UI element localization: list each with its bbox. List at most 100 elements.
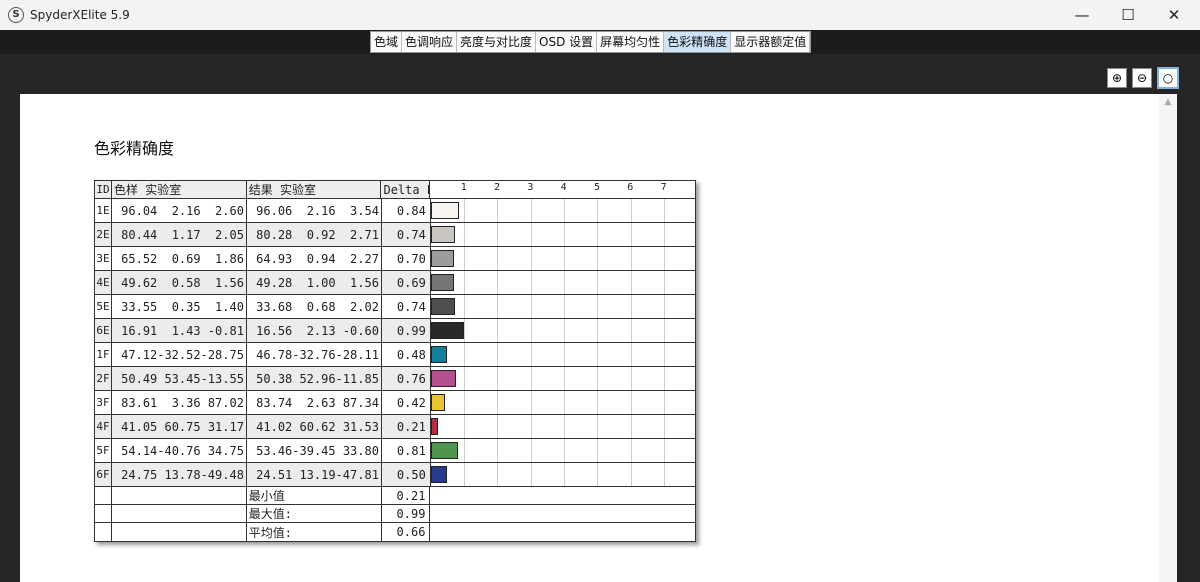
delta-e-value: 0.74 (381, 223, 431, 246)
tab-0[interactable]: 色域 (371, 32, 403, 52)
table-header: ID 色样 实验室 结果 实验室 Delta E 1 2 3 4 5 6 7 (95, 181, 695, 199)
gridline (597, 367, 599, 390)
lab-value: -0.60 (342, 323, 379, 338)
empty-cell (112, 487, 247, 504)
gridline (597, 463, 599, 486)
gridline (497, 391, 499, 414)
summary-row: 最小值 0.21 (95, 487, 695, 505)
gridline (497, 295, 499, 318)
table-row: 5E 33.55 0.35 1.40 33.68 0.68 2.02 0.74 (95, 295, 695, 319)
delta-e-value: 0.70 (382, 247, 431, 270)
header-id: ID (95, 181, 112, 198)
empty-cell (95, 505, 112, 522)
delta-e-value: 0.84 (382, 199, 431, 222)
chart-axis: 1 2 3 4 5 6 7 (430, 181, 695, 198)
lab-value: 16.56 (256, 323, 293, 338)
gridline (564, 415, 565, 438)
zoom-fit-icon[interactable]: ○ (1157, 67, 1179, 89)
report-title: 色彩精确度 (94, 139, 175, 158)
gridline (564, 391, 565, 414)
sample-lab: 54.14 -40.76 34.75 (112, 439, 247, 462)
lab-value: 33.68 (256, 299, 293, 314)
row-id: 6F (95, 463, 112, 486)
axis-tick: 2 (494, 182, 501, 193)
result-lab: 41.02 60.62 31.53 (246, 415, 382, 438)
tab-4[interactable]: 屏幕均匀性 (597, 32, 665, 52)
table-row: 6F 24.75 13.78 -49.48 24.51 13.19 -47.81 0.50 (95, 463, 695, 487)
gridline (564, 343, 565, 366)
gridline (530, 223, 532, 246)
lab-value: 2.60 (215, 203, 244, 218)
maximize-button[interactable]: ☐ (1105, 0, 1151, 30)
minimize-button[interactable]: — (1059, 0, 1105, 30)
tab-6[interactable]: 显示器额定值 (731, 32, 811, 52)
result-lab: 49.28 1.00 1.56 (246, 271, 382, 294)
gridline (564, 247, 565, 270)
result-lab: 33.68 0.68 2.02 (247, 295, 382, 318)
sample-lab: 24.75 13.78 -49.48 (111, 463, 247, 486)
row-id: 4F (95, 415, 112, 438)
gridline (497, 415, 499, 438)
gridline (630, 391, 632, 414)
gridline (597, 439, 599, 462)
gridline (464, 199, 466, 222)
lab-value: 49.62 (121, 275, 158, 290)
scroll-up-icon[interactable]: ▲ (1159, 97, 1177, 107)
delta-e-value: 0.42 (382, 391, 431, 414)
tab-3[interactable]: OSD 设置 (536, 32, 598, 52)
tab-2[interactable]: 亮度与对比度 (457, 32, 537, 52)
zoom-in-icon[interactable]: ⊕ (1107, 68, 1127, 88)
gridline (497, 439, 499, 462)
gridline (630, 199, 632, 222)
gridline (464, 439, 466, 462)
tab-1[interactable]: 色调响应 (402, 32, 458, 52)
gridline (464, 295, 466, 318)
gridline (564, 271, 565, 294)
lab-value: 0.92 (306, 227, 336, 242)
gridline (663, 463, 665, 486)
result-lab: 46.78 -32.76 -28.11 (247, 343, 382, 366)
lab-value: 54.14 (121, 443, 158, 458)
result-lab: 64.93 0.94 2.27 (247, 247, 382, 270)
delta-e-value: 0.50 (381, 463, 431, 486)
lab-value: 24.75 (121, 467, 158, 482)
table-row: 4E 49.62 0.58 1.56 49.28 1.00 1.56 0.69 (95, 271, 695, 295)
summary-value: 0.21 (382, 487, 431, 504)
table-row: 4F 41.05 60.75 31.17 41.02 60.62 31.53 0.21 (95, 415, 695, 439)
lab-value: 46.78 (256, 347, 293, 362)
gridline (497, 367, 499, 390)
table-row: 1E 96.04 2.16 2.60 96.06 2.16 3.54 0.84 (95, 199, 695, 223)
lab-value: 2.16 (171, 203, 201, 218)
row-id: 5F (95, 439, 112, 462)
vertical-scrollbar[interactable]: ▲ (1159, 94, 1177, 582)
lab-value: 50.38 (256, 371, 293, 386)
sample-lab: 49.62 0.58 1.56 (111, 271, 247, 294)
lab-value: 34.75 (207, 443, 244, 458)
zoom-out-icon[interactable]: ⊖ (1132, 68, 1152, 88)
chart-cell (430, 367, 695, 390)
table-row: 5F 54.14 -40.76 34.75 53.46 -39.45 33.80 0.81 (95, 439, 695, 463)
lab-value: 1.40 (215, 299, 244, 314)
tab-5[interactable]: 色彩精确度 (664, 32, 732, 52)
lab-value: 87.02 (207, 395, 244, 410)
table-row: 2F 50.49 53.45 -13.55 50.38 52.96 -11.85 0.76 (95, 367, 695, 391)
row-id: 4E (95, 271, 112, 294)
empty-chart-cell (430, 505, 695, 522)
gridline (530, 463, 532, 486)
gridline (597, 391, 599, 414)
lab-value: 41.02 (256, 419, 293, 434)
row-id: 3F (95, 391, 112, 414)
gridline (564, 199, 565, 222)
lab-value: 83.74 (256, 395, 293, 410)
lab-value: 60.75 (164, 419, 201, 434)
close-button[interactable]: ✕ (1151, 0, 1197, 30)
empty-cell (95, 523, 112, 541)
axis-tick: 6 (627, 182, 634, 193)
lab-value: -40.76 (157, 443, 201, 458)
row-id: 1F (95, 343, 112, 366)
zoom-toolbar: ⊕ ⊖ ○ (1107, 67, 1179, 89)
gridline (464, 367, 466, 390)
empty-cell (112, 523, 247, 541)
gridline (530, 367, 532, 390)
sample-lab: 16.91 1.43 -0.81 (111, 319, 247, 342)
